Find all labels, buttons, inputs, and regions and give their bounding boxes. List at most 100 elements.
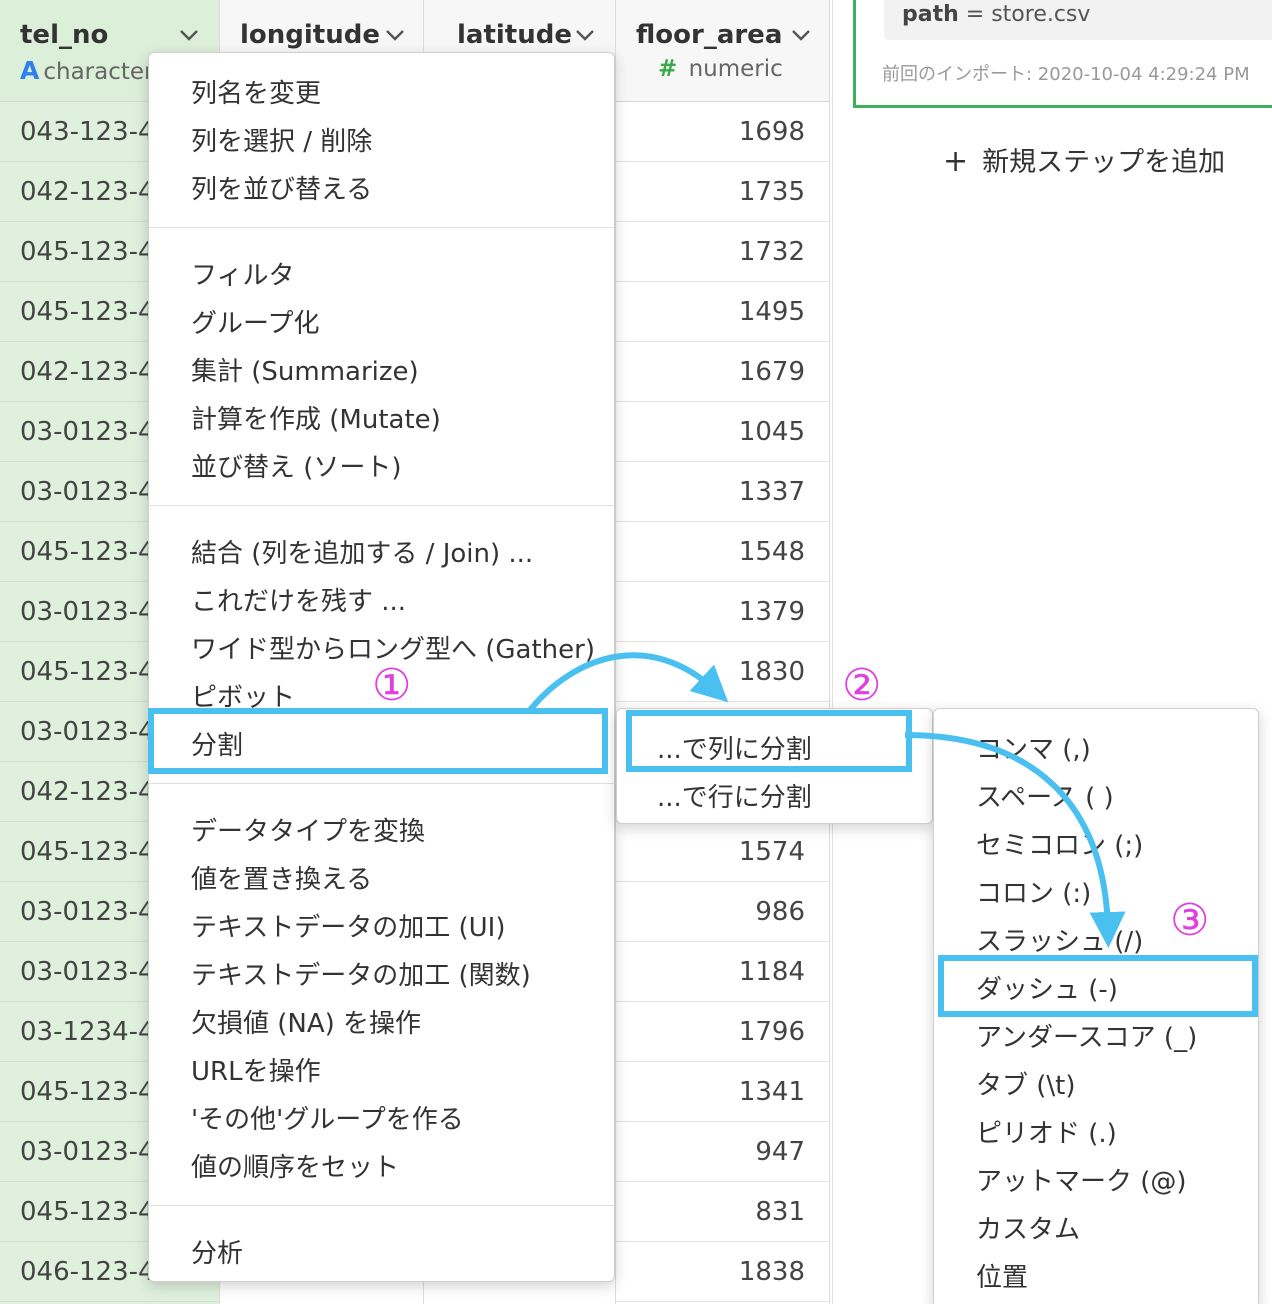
menu-item[interactable]: セミコロン (;) bbox=[934, 815, 1258, 863]
menu-item[interactable]: 計算を作成 (Mutate) bbox=[149, 389, 614, 437]
menu-item-label: URLを操作 bbox=[191, 1057, 321, 1087]
menu-item-label: 集計 (Summarize) bbox=[191, 357, 419, 387]
floor-area-cell[interactable]: 1796 bbox=[616, 1002, 829, 1062]
menu-item-label: 並び替え (ソート) bbox=[191, 453, 402, 483]
floor-area-cell[interactable]: 947 bbox=[616, 1122, 829, 1182]
menu-item[interactable]: 位置 bbox=[934, 1247, 1258, 1295]
menu-item[interactable]: タブ (\t) bbox=[934, 1055, 1258, 1103]
menu-item[interactable]: 値を置き換える bbox=[149, 849, 614, 897]
menu-item-label: データタイプを変換 bbox=[191, 817, 426, 847]
menu-item-label: テキストデータの加工 (関数) bbox=[191, 961, 531, 991]
menu-separator bbox=[149, 783, 614, 784]
column-name: tel_no bbox=[20, 20, 109, 50]
step-badge-1: ① bbox=[372, 660, 412, 711]
highlight-split-item bbox=[148, 708, 608, 774]
menu-item[interactable]: 並び替え (ソート) bbox=[149, 437, 614, 485]
character-type-icon: A bbox=[20, 56, 40, 85]
floor-area-cell[interactable]: 1337 bbox=[616, 462, 829, 522]
menu-item-label: カスタム bbox=[976, 1215, 1081, 1245]
column-floor-area[interactable]: floor_area # numeric 1698 1735 1732 1495 167… bbox=[616, 0, 830, 1304]
floor-area-cell[interactable]: 831 bbox=[616, 1182, 829, 1242]
floor-area-cell[interactable]: 1045 bbox=[616, 402, 829, 462]
menu-item[interactable]: 列名を変更 bbox=[149, 63, 614, 111]
chevron-down-icon[interactable] bbox=[572, 22, 598, 48]
menu-item[interactable]: テキストデータの加工 (UI) bbox=[149, 897, 614, 945]
menu-item[interactable]: グループ化 bbox=[149, 293, 614, 341]
menu-item-label: 値を置き換える bbox=[191, 865, 373, 895]
step-badge-2: ② bbox=[842, 660, 882, 711]
floor-area-cell[interactable]: 1735 bbox=[616, 162, 829, 222]
plus-icon: + bbox=[943, 144, 969, 179]
chevron-down-icon[interactable] bbox=[382, 22, 408, 48]
menu-item[interactable]: カスタム bbox=[934, 1199, 1258, 1247]
floor-area-cell[interactable]: 1184 bbox=[616, 942, 829, 1002]
path-parameter: path = store.csv bbox=[884, 0, 1272, 40]
menu-item-label: コロン (:) bbox=[976, 879, 1092, 909]
chevron-right-icon bbox=[583, 1238, 595, 1256]
chevron-right-icon bbox=[583, 452, 595, 470]
menu-item-label: アットマーク (@) bbox=[976, 1167, 1187, 1197]
menu-item[interactable]: URLを操作 bbox=[149, 1041, 614, 1089]
floor-area-cell[interactable]: 1679 bbox=[616, 342, 829, 402]
chevron-right-icon bbox=[583, 816, 595, 834]
floor-area-cell[interactable]: 1838 bbox=[616, 1242, 829, 1302]
menu-item[interactable]: 列を選択 / 削除 bbox=[149, 111, 614, 159]
menu-item[interactable]: 'その他'グループを作る bbox=[149, 1089, 614, 1137]
highlight-split-to-columns bbox=[626, 710, 912, 772]
menu-item-label: セミコロン (;) bbox=[976, 831, 1144, 861]
menu-item-label: 位置 bbox=[976, 1263, 1029, 1293]
chevron-right-icon bbox=[583, 586, 595, 604]
add-step-button[interactable]: + 新規ステップを追加 bbox=[943, 140, 1225, 179]
floor-area-cell[interactable]: 1341 bbox=[616, 1062, 829, 1122]
floor-area-cell[interactable]: 1830 bbox=[616, 642, 829, 702]
menu-item-label: 'その他'グループを作る bbox=[191, 1105, 464, 1135]
menu-separator bbox=[149, 505, 614, 506]
menu-item[interactable]: ...で行に分割 bbox=[617, 767, 932, 815]
step-badge-3: ③ bbox=[1170, 895, 1210, 946]
menu-separator bbox=[149, 1205, 614, 1206]
floor-area-cell[interactable]: 1698 bbox=[616, 102, 829, 162]
import-step-card[interactable]: path = store.csv 前回のインポート: 2020-10-04 4:… bbox=[853, 0, 1272, 108]
menu-item[interactable]: 集計 (Summarize) bbox=[149, 341, 614, 389]
floor-area-cell[interactable]: 1732 bbox=[616, 222, 829, 282]
menu-item[interactable]: スペース ( ) bbox=[934, 767, 1258, 815]
menu-item[interactable]: 値の順序をセット bbox=[149, 1137, 614, 1185]
chevron-right-icon bbox=[583, 960, 595, 978]
menu-item[interactable]: ピリオド (.) bbox=[934, 1103, 1258, 1151]
menu-item-label: フィルタ bbox=[191, 261, 295, 291]
chevron-right-icon bbox=[583, 260, 595, 278]
floor-area-cell[interactable]: 1495 bbox=[616, 282, 829, 342]
last-import-timestamp: 前回のインポート: 2020-10-04 4:29:24 PM bbox=[882, 64, 1250, 85]
menu-item-label: 列名を変更 bbox=[191, 79, 322, 109]
menu-item[interactable]: フィルタ bbox=[149, 245, 614, 293]
chevron-down-icon[interactable] bbox=[176, 22, 202, 48]
menu-item[interactable]: アットマーク (@) bbox=[934, 1151, 1258, 1199]
menu-item[interactable]: 分析 bbox=[149, 1223, 614, 1271]
column-name: floor_area bbox=[636, 20, 783, 50]
menu-item[interactable]: 結合 (列を追加する / Join) ... bbox=[149, 523, 614, 571]
menu-item[interactable]: データタイプを変換 bbox=[149, 801, 614, 849]
menu-item[interactable]: 列を並び替える bbox=[149, 159, 614, 207]
menu-item[interactable]: テキストデータの加工 (関数) bbox=[149, 945, 614, 993]
floor-area-cell[interactable]: 986 bbox=[616, 882, 829, 942]
menu-item-label: ピリオド (.) bbox=[976, 1119, 1117, 1149]
chevron-right-icon bbox=[583, 864, 595, 882]
menu-item-label: 列を並び替える bbox=[191, 175, 373, 205]
floor-area-cell[interactable]: 1548 bbox=[616, 522, 829, 582]
menu-item-label: 欠損値 (NA) を操作 bbox=[191, 1009, 422, 1039]
menu-item-label: アンダースコア (_) bbox=[976, 1023, 1198, 1053]
chevron-down-icon[interactable] bbox=[788, 22, 814, 48]
floor-area-cell[interactable]: 1574 bbox=[616, 822, 829, 882]
column-name: longitude bbox=[240, 20, 380, 50]
chevron-right-icon bbox=[583, 1008, 595, 1026]
column-name: latitude bbox=[457, 20, 572, 50]
column-header-floor-area[interactable]: floor_area # numeric bbox=[616, 0, 829, 102]
highlight-dash bbox=[938, 955, 1258, 1017]
chevron-right-icon bbox=[583, 1104, 595, 1122]
menu-item[interactable]: 欠損値 (NA) を操作 bbox=[149, 993, 614, 1041]
menu-item[interactable]: コンマ (,) bbox=[934, 719, 1258, 767]
menu-item-label: テキストデータの加工 (UI) bbox=[191, 913, 506, 943]
chevron-right-icon bbox=[583, 1152, 595, 1170]
menu-item[interactable]: これだけを残す ... bbox=[149, 571, 614, 619]
floor-area-cell[interactable]: 1379 bbox=[616, 582, 829, 642]
